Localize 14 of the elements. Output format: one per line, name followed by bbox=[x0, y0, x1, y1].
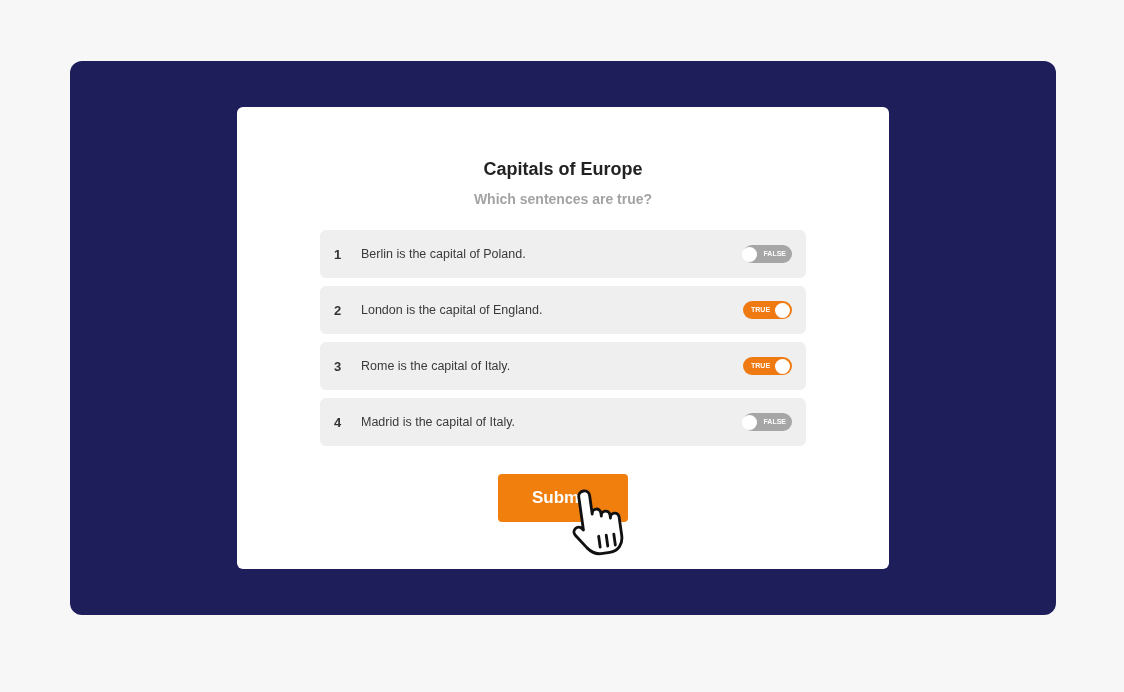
statement-text: Berlin is the capital of Poland. bbox=[361, 247, 527, 261]
quiz-title: Capitals of Europe bbox=[483, 158, 643, 180]
statement-number: 3 bbox=[334, 358, 343, 374]
statement-text: London is the capital of England. bbox=[361, 303, 544, 317]
quiz-subtitle: Which sentences are true? bbox=[473, 190, 653, 208]
statement-text: Rome is the capital of Italy. bbox=[361, 359, 512, 373]
switch-knob-icon bbox=[742, 414, 758, 430]
statement-number: 2 bbox=[334, 302, 343, 318]
statement-number: 4 bbox=[334, 414, 343, 430]
switch-knob-icon bbox=[742, 246, 758, 262]
statement-text: Madrid is the capital of Italy. bbox=[361, 415, 516, 429]
statement-number: 1 bbox=[334, 246, 343, 262]
switch-knob-icon bbox=[775, 302, 790, 318]
switch-knob-icon bbox=[775, 358, 790, 374]
